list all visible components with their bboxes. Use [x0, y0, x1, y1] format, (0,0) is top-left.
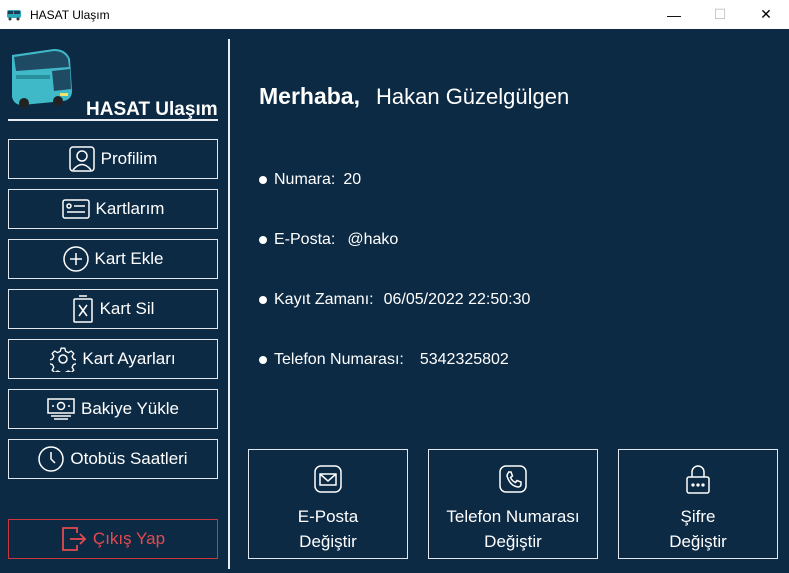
brand-divider	[8, 119, 218, 121]
bullet-icon	[259, 356, 267, 364]
sidebar-divider	[228, 39, 230, 569]
menu-label: Profilim	[100, 149, 158, 168]
money-icon	[47, 398, 75, 420]
phone-icon	[499, 465, 527, 493]
menu-kart-ekle-button[interactable]: Kart Ekle	[8, 239, 218, 279]
info-label: Numara:	[274, 171, 336, 188]
menu-label: Bakiye Yükle	[81, 399, 179, 418]
logout-label: Çıkış Yap	[92, 529, 166, 548]
menu-label: Kart Sil	[99, 299, 155, 318]
greeting: Merhaba, Hakan Güzelgülgen	[259, 83, 569, 110]
minimize-button[interactable]: —	[651, 0, 697, 29]
window-title: HASAT Ulaşım	[30, 7, 110, 22]
menu-profilim-button[interactable]: Profilim	[8, 139, 218, 179]
menu-kart-ayarlari-button[interactable]: Kart Ayarları	[8, 339, 218, 379]
info-number: Numara: 20	[259, 171, 361, 189]
clock-icon	[38, 446, 65, 472]
action-line1: Telefon Numarası	[446, 507, 580, 526]
maximize-button[interactable]: ☐	[697, 0, 743, 29]
brand-name: HASAT Ulaşım	[86, 99, 218, 120]
bullet-icon	[259, 296, 267, 304]
menu-kart-sil-button[interactable]: Kart Sil	[8, 289, 218, 329]
close-button[interactable]: ✕	[743, 0, 789, 29]
action-line2: Değiştir	[669, 532, 727, 551]
menu-label: Kartlarım	[95, 199, 165, 218]
info-label: E-Posta:	[274, 231, 336, 248]
change-password-button[interactable]: Şifre Değiştir	[618, 449, 778, 559]
greeting-text: Merhaba,	[259, 83, 360, 109]
menu-label: Kart Ayarları	[82, 349, 176, 368]
bus-logo-icon	[12, 49, 72, 108]
change-email-button[interactable]: E-Posta Değiştir	[248, 449, 408, 559]
info-label: Telefon Numarası:	[274, 351, 404, 368]
change-phone-button[interactable]: Telefon Numarası Değiştir	[428, 449, 598, 559]
user-icon	[68, 146, 95, 172]
action-line2: Değiştir	[299, 532, 357, 551]
gear-icon	[50, 347, 77, 372]
info-email: E-Posta: @hako	[259, 231, 398, 249]
info-label: Kayıt Zamanı:	[274, 291, 374, 308]
id-card-icon	[61, 199, 90, 219]
info-value: @hako	[347, 231, 399, 248]
plus-circle-icon	[62, 246, 89, 272]
logout-icon	[62, 527, 87, 551]
menu-label: Otobüs Saatleri	[70, 449, 188, 468]
title-bar: HASAT Ulaşım — ☐ ✕	[0, 0, 789, 29]
menu-bakiye-yukle-button[interactable]: Bakiye Yükle	[8, 389, 218, 429]
user-name: Hakan Güzelgülgen	[375, 84, 570, 109]
lock-icon	[686, 465, 710, 494]
bus-icon	[6, 8, 24, 22]
info-value: 20	[343, 171, 362, 188]
info-value: 5342325802	[419, 351, 509, 368]
info-phone: Telefon Numarası: 5342325802	[259, 351, 509, 369]
bullet-icon	[259, 176, 267, 184]
app-window: HASAT Ulaşım Profilim Kartlarım Kart Ekl…	[0, 29, 789, 573]
info-value: 06/05/2022 22:50:30	[383, 291, 531, 308]
envelope-icon	[314, 465, 342, 493]
menu-otobus-saatleri-button[interactable]: Otobüs Saatleri	[8, 439, 218, 479]
logout-button[interactable]: Çıkış Yap	[8, 519, 218, 559]
action-line1: Şifre	[680, 507, 716, 526]
delete-card-icon	[72, 295, 93, 323]
menu-kartlarim-button[interactable]: Kartlarım	[8, 189, 218, 229]
info-registration-time: Kayıt Zamanı: 06/05/2022 22:50:30	[259, 291, 530, 309]
menu-label: Kart Ekle	[94, 249, 164, 268]
logo: HASAT Ulaşım	[8, 43, 218, 121]
bullet-icon	[259, 236, 267, 244]
action-line2: Değiştir	[484, 532, 542, 551]
action-line1: E-Posta	[297, 507, 359, 526]
